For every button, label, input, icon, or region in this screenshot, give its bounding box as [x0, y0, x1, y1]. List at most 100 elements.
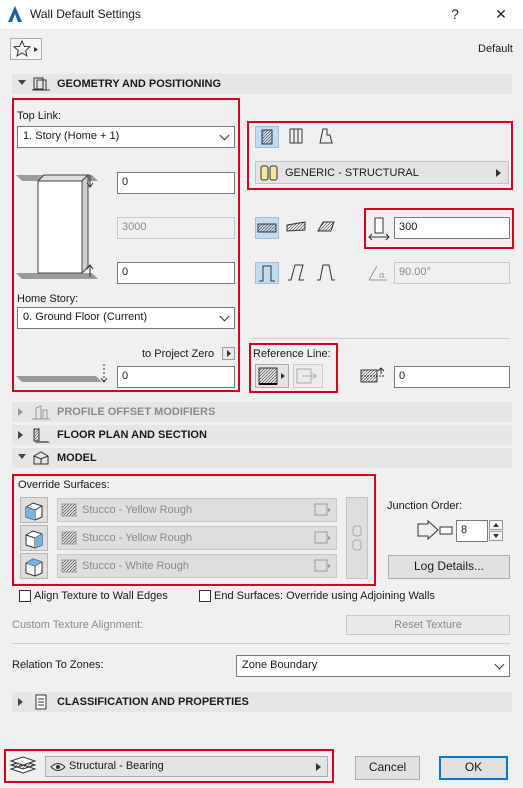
basic-structure-button[interactable] [255, 126, 279, 148]
arrow-down-icon [493, 534, 499, 538]
default-label: Default [478, 43, 513, 55]
home-story-label: Home Story: [17, 293, 79, 305]
section-classification[interactable]: CLASSIFICATION AND PROPERTIES [12, 692, 512, 712]
surface-picker-icon [314, 531, 331, 544]
section-floor-plan-title: FLOOR PLAN AND SECTION [57, 429, 207, 441]
align-texture-checkbox[interactable] [19, 590, 31, 602]
double-slanted-wall-button[interactable] [315, 262, 339, 284]
profile-structure-button[interactable] [315, 126, 339, 148]
floor-plan-icon [33, 428, 50, 443]
thickness-input[interactable]: 300 [394, 217, 510, 239]
surface-swatch-icon [61, 503, 77, 517]
slanted-wall-button[interactable] [285, 262, 309, 284]
top-link-dropdown[interactable]: 1. Story (Home + 1) [17, 126, 235, 148]
straight-wall-button[interactable] [255, 217, 279, 239]
building-material-selector[interactable]: GENERIC - STRUCTURAL [255, 161, 509, 184]
override-surfaces-label: Override Surfaces: [18, 479, 110, 491]
spin-down-button[interactable] [489, 531, 503, 541]
top-offset-input[interactable]: 0 [117, 172, 235, 194]
wall-height-diagram-icon [16, 173, 98, 279]
junction-order-input[interactable]: 8 [456, 520, 488, 542]
composite-wall-icon [289, 128, 303, 144]
home-story-value: 0. Ground Floor (Current) [23, 311, 148, 323]
relation-to-zones-dropdown[interactable]: Zone Boundary [236, 655, 510, 677]
arrow-up-icon [493, 523, 499, 527]
section-profile-offset-title: PROFILE OFFSET MODIFIERS [57, 406, 216, 418]
vertical-wall-icon [259, 265, 275, 282]
geometry-icon [32, 77, 50, 91]
archicad-logo-icon [8, 6, 22, 22]
cancel-button[interactable]: Cancel [355, 756, 420, 780]
thickness-icon [368, 217, 390, 241]
spin-up-button[interactable] [489, 520, 503, 530]
surface-row-edge[interactable]: Stucco - Yellow Rough [57, 526, 337, 550]
top-link-label: Top Link: [17, 110, 62, 122]
reference-line-location-button[interactable] [255, 364, 289, 388]
end-surfaces-checkbox[interactable] [199, 590, 211, 602]
to-project-zero-label: to Project Zero [142, 348, 215, 360]
layer-selector[interactable]: Structural - Bearing [45, 756, 328, 777]
triangle-right-icon [227, 350, 231, 357]
log-details-button[interactable]: Log Details... [388, 555, 510, 579]
building-material-value: GENERIC - STRUCTURAL [285, 167, 419, 179]
reference-offset-input[interactable]: 0 [394, 366, 510, 388]
expand-arrow-icon [18, 408, 23, 416]
junction-order-icon [417, 520, 453, 541]
home-story-dropdown[interactable]: 0. Ground Floor (Current) [17, 307, 235, 329]
override-inside-face-toggle[interactable] [20, 553, 48, 579]
divider [252, 338, 510, 339]
surface-swatch-icon [61, 559, 77, 573]
surface-swatch-icon [61, 531, 77, 545]
reference-direction-icon [296, 368, 317, 384]
layer-value: Structural - Bearing [69, 760, 164, 772]
height-input[interactable]: 3000 [117, 217, 235, 239]
double-slanted-wall-icon [317, 264, 335, 281]
eye-icon [50, 763, 66, 771]
section-profile-offset[interactable]: PROFILE OFFSET MODIFIERS [12, 402, 512, 422]
project-zero-input[interactable]: 0 [117, 366, 235, 388]
reference-line-label: Reference Line: [253, 348, 331, 360]
trapezoid-wall-button[interactable] [285, 217, 309, 239]
surface-name-inside: Stucco - White Rough [82, 560, 189, 572]
chain-link-icon [352, 525, 362, 551]
end-surfaces-label: End Surfaces: Override using Adjoining W… [214, 590, 435, 602]
composite-structure-button[interactable] [285, 126, 309, 148]
override-outside-face-toggle[interactable] [20, 497, 48, 523]
reset-texture-button[interactable]: Reset Texture [346, 615, 510, 635]
surface-name-outside: Stucco - Yellow Rough [82, 504, 193, 516]
edge-face-icon [25, 530, 43, 549]
override-edge-face-toggle[interactable] [20, 525, 48, 551]
triangle-right-icon [316, 763, 321, 771]
vertical-wall-button[interactable] [255, 262, 279, 284]
expand-arrow-icon [18, 431, 23, 439]
section-floor-plan[interactable]: FLOOR PLAN AND SECTION [12, 425, 512, 445]
window-title: Wall Default Settings [30, 7, 141, 21]
polygonal-wall-button[interactable] [315, 217, 339, 239]
reference-line-icon [258, 367, 285, 385]
surface-name-edge: Stucco - Yellow Rough [82, 532, 193, 544]
basic-wall-icon [261, 129, 273, 145]
expand-arrow-icon [18, 698, 23, 706]
reference-offset-icon [360, 367, 385, 383]
svg-text:α: α [379, 271, 385, 281]
collapse-arrow-icon [18, 454, 26, 459]
surface-picker-icon [314, 503, 331, 516]
junction-order-label: Junction Order: [387, 500, 463, 512]
project-zero-icon [16, 364, 108, 383]
surface-row-outside[interactable]: Stucco - Yellow Rough [57, 498, 337, 522]
slant-angle-input[interactable]: 90.00° [394, 262, 510, 284]
section-geometry[interactable]: GEOMETRY AND POSITIONING [12, 74, 512, 94]
surface-row-inside[interactable]: Stucco - White Rough [57, 554, 337, 578]
reference-line-direction-button[interactable] [293, 364, 323, 388]
slant-angle-icon: α [368, 265, 387, 281]
ok-button[interactable]: OK [439, 756, 508, 780]
section-model[interactable]: MODEL [12, 448, 512, 468]
close-button[interactable]: ✕ [488, 4, 514, 24]
bottom-offset-input[interactable]: 0 [117, 262, 235, 284]
favorites-button[interactable] [10, 38, 42, 60]
reference-popup-button[interactable] [222, 347, 235, 360]
star-icon [12, 39, 38, 58]
help-button[interactable]: ? [442, 4, 468, 24]
link-surfaces-button[interactable] [346, 497, 368, 579]
layer-icon [9, 756, 37, 774]
